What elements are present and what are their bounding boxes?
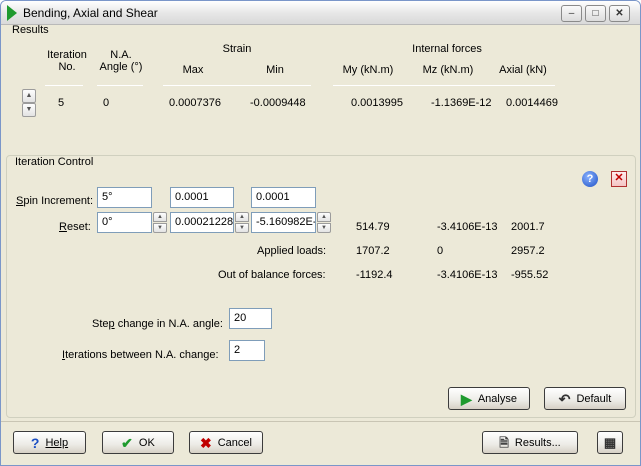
- strain-min-value: -0.0009448: [250, 97, 306, 109]
- applied-loads-label: Applied loads:: [257, 245, 327, 257]
- my-value: 0.0013995: [351, 97, 403, 109]
- na-angle-value: 0: [103, 97, 110, 109]
- reset-label-text: eset:: [66, 221, 91, 233]
- oob-axial-value: -955.52: [511, 269, 549, 281]
- results-button-label: Results...: [514, 436, 561, 449]
- default-button[interactable]: ↶ Default: [544, 387, 626, 410]
- header-divider: [163, 85, 311, 86]
- strain-group-header: Strain: [222, 43, 252, 55]
- analyse-button[interactable]: ▶ Analyse: [448, 387, 530, 410]
- calculator-button[interactable]: ▦: [597, 431, 623, 454]
- window-title: Bending, Axial and Shear: [23, 6, 158, 20]
- applied-my-value: 1707.2: [356, 245, 390, 257]
- green-arrow-icon: [7, 5, 17, 21]
- question-icon[interactable]: ?: [582, 171, 598, 187]
- spin-increment-field-2[interactable]: 0.0001: [170, 187, 234, 208]
- results-scroll-down-button[interactable]: ▼: [22, 103, 36, 117]
- na-angle-header-line1: N.A.: [110, 49, 132, 61]
- calculator-icon: ▦: [603, 434, 617, 450]
- document-icon: 🗎: [499, 435, 509, 450]
- axial-header: Axial (kN): [499, 64, 547, 76]
- undo-icon: ↶: [558, 390, 571, 407]
- reset-label: Reset:: [59, 221, 91, 233]
- reset-field-2[interactable]: 0.000212280: [170, 212, 234, 233]
- spinner-up-button[interactable]: ▲: [153, 212, 167, 222]
- spin-increment-label-text: pin Increment:: [23, 195, 94, 207]
- iterations-between-label-text: terations between N.A. change:: [65, 349, 219, 361]
- help-button[interactable]: ? Help: [13, 431, 86, 454]
- current-mz-value: -3.4106E-13: [437, 221, 498, 233]
- mz-header: Mz (kN.m): [422, 64, 474, 76]
- iteration-header-line2: No.: [58, 61, 76, 73]
- play-icon: ▶: [461, 390, 472, 407]
- reset-field-2-spinner[interactable]: ▲ ▼: [235, 212, 249, 233]
- spinner-down-button[interactable]: ▼: [317, 223, 331, 233]
- step-change-field[interactable]: 20: [229, 308, 272, 329]
- analyse-button-label: Analyse: [477, 392, 517, 405]
- step-change-label: Step change in N.A. angle:: [92, 318, 223, 330]
- reset-angle-spinner[interactable]: ▲ ▼: [153, 212, 167, 233]
- results-label: Results: [12, 24, 49, 36]
- header-divider: [97, 85, 143, 86]
- current-my-value: 514.79: [356, 221, 390, 233]
- main-window: Bending, Axial and Shear – □ ✕ Results I…: [0, 0, 641, 466]
- help-button-label: Help: [45, 436, 69, 449]
- step-change-label-pre: Ste: [92, 318, 109, 330]
- axial-value: 0.0014469: [506, 97, 558, 109]
- ok-button-label: OK: [138, 436, 155, 449]
- header-divider: [45, 85, 83, 86]
- iteration-control-label: Iteration Control: [13, 156, 96, 168]
- applied-mz-value: 0: [437, 245, 444, 257]
- spinner-up-button[interactable]: ▲: [235, 212, 249, 222]
- na-angle-header: N.A. Angle (°): [95, 49, 147, 73]
- na-angle-header-line2: Angle (°): [99, 61, 143, 73]
- internal-forces-header: Internal forces: [412, 43, 482, 55]
- close-section-icon[interactable]: ✕: [611, 171, 627, 187]
- footer-divider: [1, 421, 640, 422]
- strain-max-value: 0.0007376: [169, 97, 221, 109]
- default-button-label: Default: [576, 392, 612, 405]
- spin-increment-angle-field[interactable]: 5°: [97, 187, 152, 208]
- spinner-up-button[interactable]: ▲: [317, 212, 331, 222]
- iteration-value: 5: [58, 97, 65, 109]
- reset-angle-field[interactable]: 0°: [97, 212, 152, 233]
- current-axial-value: 2001.7: [511, 221, 545, 233]
- check-icon: ✔: [121, 434, 133, 451]
- oob-mz-value: -3.4106E-13: [437, 269, 498, 281]
- iteration-header-line1: Iteration: [47, 49, 87, 61]
- iterations-between-label: Iterations between N.A. change:: [62, 349, 219, 361]
- title-bar: Bending, Axial and Shear – □ ✕: [1, 1, 640, 25]
- applied-axial-value: 2957.2: [511, 245, 545, 257]
- step-change-label-post: change in N.A. angle:: [114, 318, 223, 330]
- iteration-header: Iteration No.: [41, 49, 93, 73]
- close-button[interactable]: ✕: [609, 5, 630, 22]
- maximize-button[interactable]: □: [585, 5, 606, 22]
- minimize-button[interactable]: –: [561, 5, 582, 22]
- mz-value: -1.1369E-12: [431, 97, 492, 109]
- reset-field-3[interactable]: -5.160982E-: [251, 212, 316, 233]
- red-x-icon: ✖: [200, 434, 212, 451]
- oob-my-value: -1192.4: [356, 269, 393, 281]
- spin-increment-label: Spin Increment:: [16, 195, 93, 207]
- reset-mnemonic: R: [59, 221, 67, 233]
- ok-button[interactable]: ✔ OK: [102, 431, 174, 454]
- spinner-down-button[interactable]: ▼: [153, 223, 167, 233]
- my-header: My (kN.m): [342, 64, 394, 76]
- out-of-balance-label: Out of balance forces:: [218, 269, 326, 281]
- iterations-between-field[interactable]: 2: [229, 340, 265, 361]
- results-button[interactable]: 🗎 Results...: [482, 431, 578, 454]
- spinner-down-button[interactable]: ▼: [235, 223, 249, 233]
- strain-min-header: Min: [266, 64, 284, 76]
- header-divider: [333, 85, 555, 86]
- question-icon: ?: [30, 434, 40, 451]
- results-scroll-up-button[interactable]: ▲: [22, 89, 36, 103]
- spin-increment-field-3[interactable]: 0.0001: [251, 187, 316, 208]
- cancel-button-label: Cancel: [217, 436, 252, 449]
- cancel-button[interactable]: ✖ Cancel: [189, 431, 263, 454]
- reset-field-3-spinner[interactable]: ▲ ▼: [317, 212, 331, 233]
- strain-max-header: Max: [182, 64, 204, 76]
